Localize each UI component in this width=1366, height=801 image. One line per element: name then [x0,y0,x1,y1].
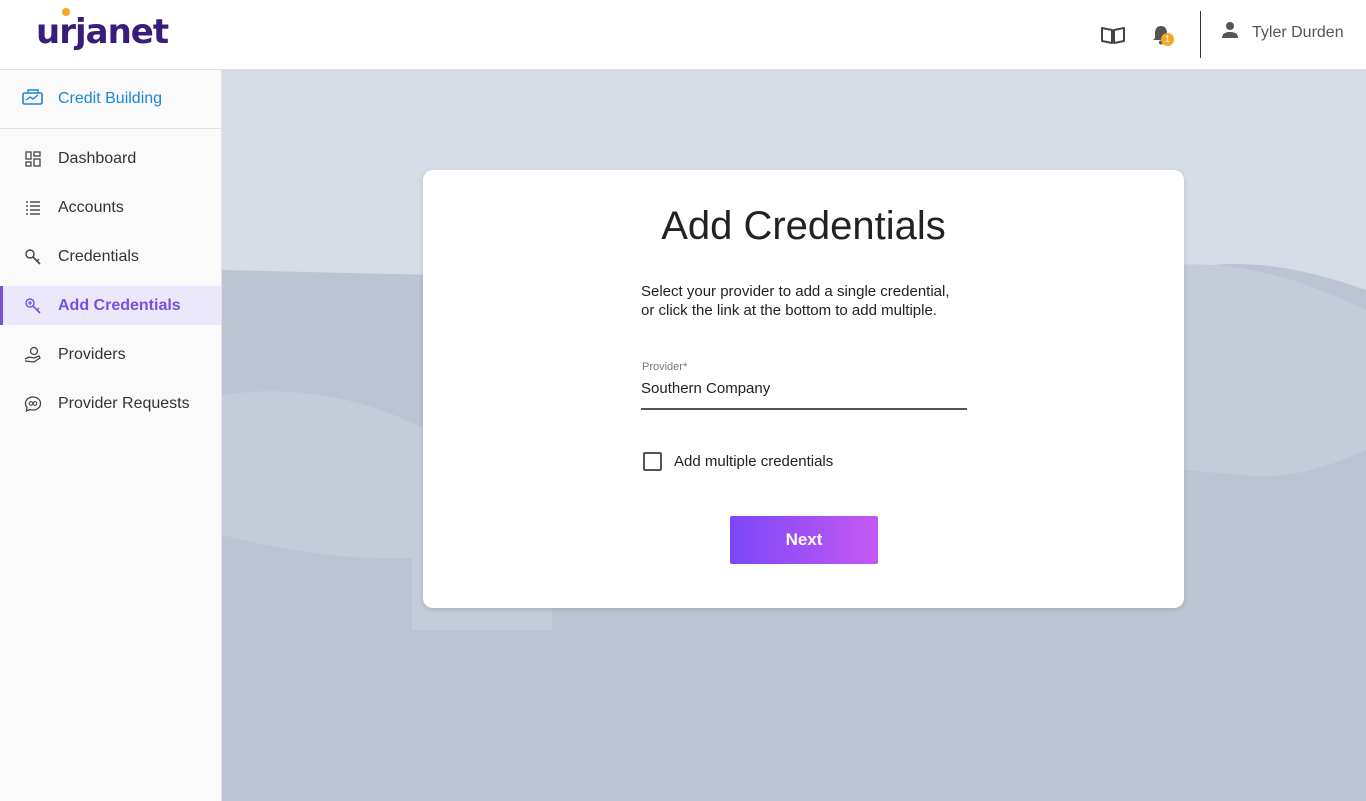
credit-card-icon [22,87,44,112]
sidebar-item-provider-requests[interactable]: Provider Requests [0,384,221,423]
dashboard-icon [24,150,42,168]
sidebar-item-label: Dashboard [58,149,137,167]
sidebar-item-providers[interactable]: Providers [0,335,221,374]
provider-icon [24,346,42,364]
header-divider [1200,11,1201,58]
chat-icon [24,395,42,413]
sidebar-item-credentials[interactable]: Credentials [0,237,221,276]
sidebar: Credit Building Dashboard Accounts Crede… [0,70,222,801]
sidebar-item-add-credentials[interactable]: Add Credentials [0,286,221,325]
add-credentials-card: Add Credentials Select your provider to … [423,170,1184,608]
add-multiple-label[interactable]: Add multiple credentials [674,453,833,470]
product-label: Credit Building [58,90,163,107]
logo-accent-dot [62,8,70,16]
provider-value: Southern Company [641,380,771,397]
user-menu[interactable]: Tyler Durden [1220,20,1344,45]
add-multiple-checkbox-row[interactable]: Add multiple credentials [643,452,833,471]
sidebar-item-label: Credentials [58,247,139,265]
user-icon [1220,20,1240,45]
sidebar-nav: Dashboard Accounts Credentials Add Crede… [0,129,221,423]
provider-select[interactable]: Provider* Southern Company [641,360,967,410]
top-header: urjanet 1 Tyler Durden [0,0,1366,70]
description-line-1: Select your provider to add a single cre… [641,283,950,300]
list-icon [24,199,42,217]
product-switcher[interactable]: Credit Building [0,70,221,129]
provider-label: Provider* [642,361,688,373]
sidebar-item-accounts[interactable]: Accounts [0,188,221,227]
sidebar-item-label: Add Credentials [58,296,181,314]
sidebar-item-label: Provider Requests [58,394,190,412]
main-content: Add Credentials Select your provider to … [222,70,1366,801]
notification-badge: 1 [1161,33,1174,46]
bell-icon[interactable]: 1 [1148,22,1174,48]
sidebar-item-dashboard[interactable]: Dashboard [0,139,221,178]
page-title: Add Credentials [661,204,946,248]
urjanet-logo[interactable]: urjanet [36,12,169,52]
description-line-2: or click the link at the bottom to add m… [641,302,937,319]
add-key-icon [24,297,42,315]
book-icon[interactable] [1100,22,1126,48]
sidebar-item-label: Accounts [58,198,124,216]
add-multiple-checkbox[interactable] [643,452,662,471]
user-name: Tyler Durden [1252,23,1344,41]
sidebar-item-label: Providers [58,345,126,363]
key-icon [24,248,42,266]
next-button[interactable]: Next [730,516,878,564]
card-description: Select your provider to add a single cre… [641,282,981,320]
